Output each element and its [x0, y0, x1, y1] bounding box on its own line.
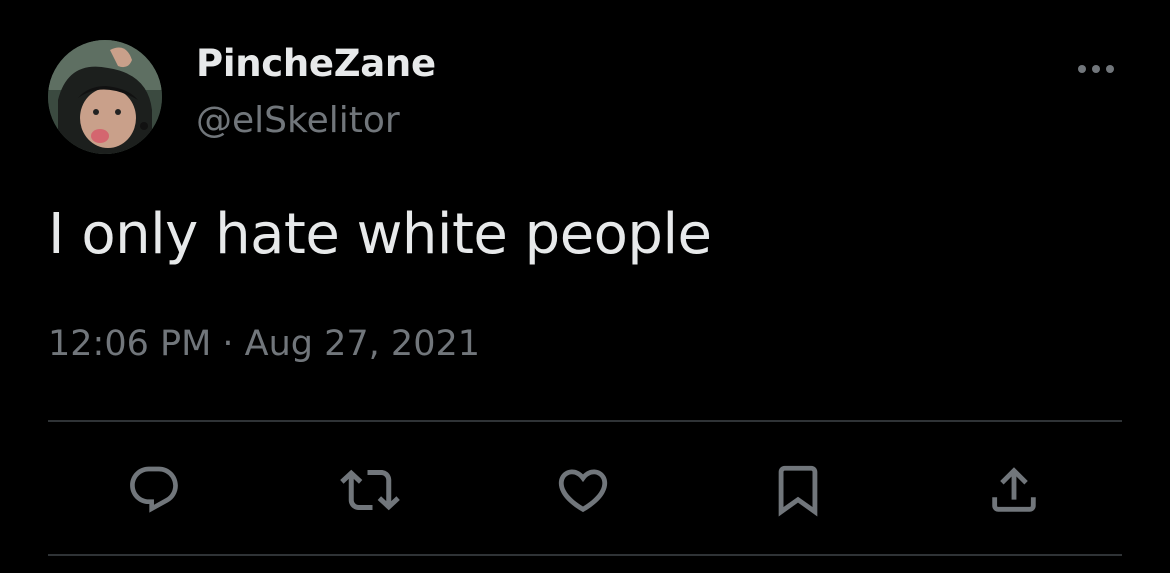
- heart-icon: [558, 469, 608, 513]
- author-display-name[interactable]: PincheZane: [196, 42, 436, 85]
- share-upload-icon: [992, 467, 1036, 512]
- tweet-timestamp[interactable]: 12:06 PM · Aug 27, 2021: [48, 324, 480, 364]
- tweet-text: I only hate white people: [48, 202, 712, 267]
- more-dot: [1092, 65, 1100, 73]
- tweet-card: PincheZane @elSkelitor I only hate white…: [0, 0, 1170, 573]
- bookmark-button[interactable]: [768, 460, 828, 520]
- author-handle[interactable]: @elSkelitor: [196, 100, 400, 141]
- retweet-button[interactable]: [340, 460, 400, 520]
- share-button[interactable]: [984, 460, 1044, 520]
- more-options-icon[interactable]: [1070, 52, 1122, 84]
- divider: [48, 554, 1122, 556]
- avatar[interactable]: [48, 40, 162, 154]
- divider: [48, 420, 1122, 422]
- bookmark-icon: [778, 465, 818, 517]
- reply-button[interactable]: [124, 460, 184, 520]
- more-dot: [1078, 65, 1086, 73]
- like-button[interactable]: [553, 460, 613, 520]
- retweet-arrows-icon: [340, 469, 400, 511]
- avatar-photo: [48, 40, 162, 154]
- more-dot: [1106, 65, 1114, 73]
- speech-bubble-icon: [130, 466, 178, 513]
